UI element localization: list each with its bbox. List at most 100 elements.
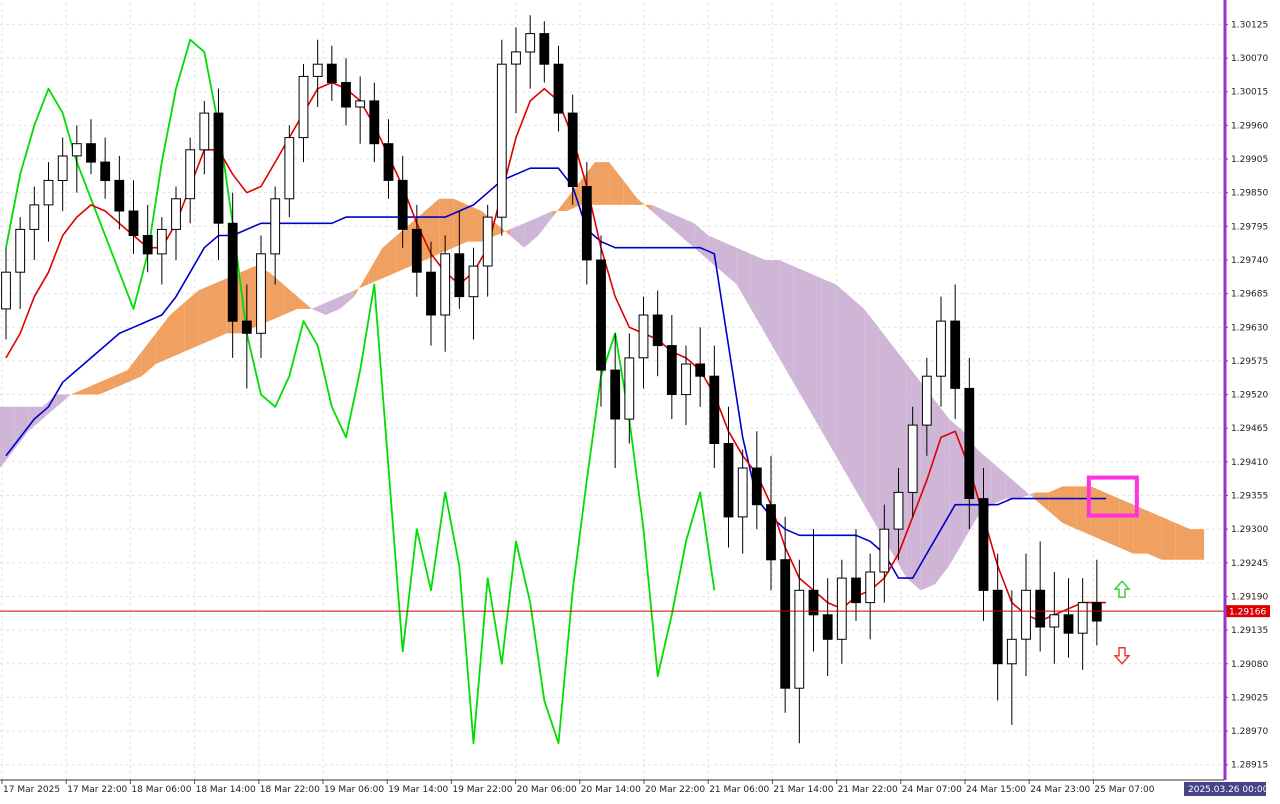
candle-bullish[interactable] [312, 63, 323, 77]
candle-bullish[interactable] [355, 100, 366, 108]
candle-bullish[interactable] [199, 112, 210, 151]
candle-bullish[interactable] [185, 149, 196, 200]
candle-bearish[interactable] [1091, 602, 1102, 622]
candle-bearish[interactable] [553, 63, 564, 114]
candle-bearish[interactable] [454, 253, 465, 298]
candle-bullish[interactable] [1, 271, 11, 310]
candle-bearish[interactable] [326, 63, 337, 84]
candle-bearish[interactable] [652, 314, 663, 347]
candle-bullish[interactable] [298, 75, 309, 139]
candle-bearish[interactable] [86, 143, 96, 163]
candle-bearish[interactable] [596, 259, 606, 371]
candle-bearish[interactable] [241, 320, 252, 334]
candle-bullish[interactable] [893, 491, 904, 530]
candle-bearish[interactable] [751, 467, 762, 506]
candle-bullish[interactable] [468, 265, 479, 298]
kumo-segment-bearish [665, 211, 680, 236]
candle-bullish[interactable] [525, 33, 536, 53]
candle-bearish[interactable] [213, 112, 224, 224]
candle-bullish[interactable] [737, 467, 748, 518]
candle-bearish[interactable] [950, 320, 961, 389]
price-tick-label: 1.29465 [1231, 424, 1268, 434]
candle-bearish[interactable] [666, 345, 677, 396]
candle-bullish[interactable] [921, 375, 932, 426]
candle-bullish[interactable] [156, 228, 167, 255]
candle-bullish[interactable] [496, 63, 507, 218]
candle-bullish[interactable] [482, 216, 493, 267]
candle-bearish[interactable] [978, 498, 989, 591]
candle-bullish[interactable] [57, 155, 68, 181]
candle-bearish[interactable] [227, 222, 238, 322]
kumo-segment-bullish [170, 302, 185, 358]
price-tick-label: 1.29025 [1231, 693, 1268, 703]
candle-bullish[interactable] [71, 143, 82, 157]
kumo-segment-bearish [821, 278, 836, 456]
candle-bearish[interactable] [695, 363, 706, 377]
candle-bullish[interactable] [256, 253, 266, 334]
candle-bearish[interactable] [610, 369, 621, 420]
candle-bullish[interactable] [836, 577, 847, 640]
time-tick-label: 24 Mar 07:00 [902, 785, 962, 795]
candle-bullish[interactable] [15, 228, 26, 273]
candle-bullish[interactable] [1049, 614, 1060, 628]
candle-bearish[interactable] [426, 271, 436, 316]
candle-bullish[interactable] [624, 357, 635, 420]
candle-bearish[interactable] [369, 100, 380, 145]
time-tick-label: 21 Mar 14:00 [773, 785, 833, 795]
candle-bearish[interactable] [567, 112, 578, 187]
price-tick-label: 1.29575 [1231, 357, 1268, 367]
candle-bearish[interactable] [397, 179, 408, 230]
candle-bearish[interactable] [780, 559, 791, 689]
candle-bearish[interactable] [1035, 589, 1046, 628]
price-tick-label: 1.29410 [1231, 458, 1268, 468]
candle-bullish[interactable] [1021, 589, 1031, 640]
price-tick-label: 1.30015 [1231, 88, 1268, 98]
candle-bullish[interactable] [270, 198, 281, 255]
candle-bullish[interactable] [794, 589, 805, 689]
candle-bullish[interactable] [29, 204, 40, 230]
chart-canvas[interactable]: 1.29166 1.30125 1.30070 1.30015 1.29960 1.29… [0, 0, 1280, 800]
price-tick-label: 1.29630 [1231, 323, 1268, 333]
candle-bearish[interactable] [142, 235, 153, 255]
kumo-segment-bearish [736, 247, 751, 309]
kumo-segment-bullish [198, 284, 213, 346]
candle-bullish[interactable] [171, 198, 181, 230]
candle-bearish[interactable] [766, 504, 776, 561]
candle-bullish[interactable] [907, 424, 918, 493]
price-tick-label: 1.29850 [1231, 189, 1268, 199]
candle-bullish[interactable] [879, 528, 890, 573]
candle-bullish[interactable] [284, 137, 295, 200]
kumo-segment-bullish [297, 296, 312, 309]
candle-bearish[interactable] [709, 375, 720, 445]
candle-bearish[interactable] [383, 143, 394, 181]
candle-bullish[interactable] [681, 363, 691, 396]
candle-bullish[interactable] [865, 571, 876, 604]
time-tick-label: 20 Mar 14:00 [581, 785, 641, 795]
candle-bearish[interactable] [851, 577, 861, 604]
candle-bullish[interactable] [43, 179, 54, 206]
kumo-segment-bullish [1034, 492, 1049, 511]
candle-bearish[interactable] [128, 210, 139, 236]
kumo-segment-bearish [878, 327, 893, 554]
candles-layer[interactable] [1, 15, 1102, 744]
candle-bearish[interactable] [539, 33, 550, 65]
time-tick-label: 19 Mar 14:00 [388, 785, 448, 795]
candle-bullish[interactable] [936, 320, 946, 377]
candle-bearish[interactable] [723, 443, 734, 518]
candle-bearish[interactable] [411, 228, 422, 273]
candle-bullish[interactable] [511, 51, 521, 65]
candle-bearish[interactable] [581, 186, 592, 261]
candle-bearish[interactable] [822, 614, 833, 640]
candle-bearish[interactable] [100, 161, 111, 182]
candle-bearish[interactable] [1063, 614, 1074, 634]
candle-bullish[interactable] [638, 314, 649, 359]
kumo-segment-bullish [1147, 510, 1162, 560]
candle-bearish[interactable] [114, 179, 125, 212]
candle-bearish[interactable] [964, 387, 975, 499]
candle-bullish[interactable] [1077, 602, 1088, 634]
candle-bearish[interactable] [992, 589, 1003, 665]
candle-bullish[interactable] [1006, 638, 1017, 665]
candle-bullish[interactable] [440, 253, 451, 316]
ichimoku-chart[interactable]: 1.29166 1.30125 1.30070 1.30015 1.29960 1.29… [0, 0, 1280, 800]
candle-bearish[interactable] [341, 82, 351, 108]
